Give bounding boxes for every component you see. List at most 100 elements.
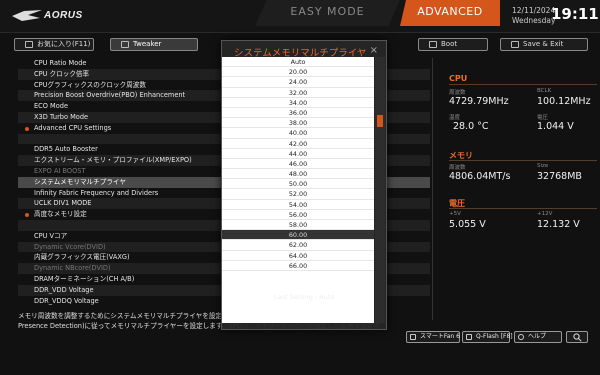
- tab-save-exit[interactable]: Save & Exit: [500, 38, 588, 51]
- divider: [449, 208, 597, 209]
- scrollbar-thumb[interactable]: [377, 115, 383, 127]
- hardware-monitor-panel: CPU 周波数 BCLK 4729.79MHz 100.12MHz 温度 電圧 …: [432, 58, 600, 320]
- setting-label: EXPO AI BOOST: [34, 166, 86, 175]
- option-item[interactable]: 62.00: [222, 240, 374, 251]
- q-flash-button[interactable]: Q-Flash [F8]: [462, 331, 513, 343]
- gauge-icon: [121, 41, 129, 48]
- divider: [449, 84, 597, 85]
- mem-size-value: 32768MB: [537, 171, 582, 182]
- option-item[interactable]: 32.00: [222, 88, 374, 98]
- mem-freq-label: 周波数: [449, 165, 466, 171]
- setting-label: 内蔵グラフィックス電圧(VAXG): [34, 253, 130, 262]
- brand-name: AORUS: [44, 10, 83, 21]
- cpu-temp-value: 28.0 °C: [453, 121, 489, 132]
- tab-label: お気に入り(F11): [37, 40, 91, 48]
- option-item[interactable]: 40.00: [222, 128, 374, 139]
- option-item[interactable]: Auto: [222, 57, 374, 68]
- advanced-mode-tab[interactable]: ADVANCED MODE: [400, 0, 500, 26]
- setting-label: DDR_VDDQ Voltage: [34, 296, 99, 305]
- v5-value: 5.055 V: [449, 219, 486, 230]
- cpu-freq-label: 周波数: [449, 90, 466, 96]
- button-label: Q-Flash [F8]: [476, 333, 513, 340]
- option-item[interactable]: 66.00: [222, 261, 374, 271]
- option-item[interactable]: 52.00: [222, 189, 374, 200]
- v12-value: 12.132 V: [537, 219, 580, 230]
- mem-freq-value: 4806.04MT/s: [449, 171, 511, 182]
- tab-label: Tweaker: [133, 40, 162, 48]
- v5-label: +5V: [449, 211, 461, 217]
- search-button[interactable]: [566, 331, 588, 343]
- option-item[interactable]: 50.00: [222, 179, 374, 190]
- setting-label: Advanced CPU Settings: [34, 123, 112, 132]
- bclk-label: BCLK: [537, 88, 552, 94]
- tab-boot[interactable]: Boot: [418, 38, 488, 51]
- setting-label: Precision Boost Overdrive(PBO) Enhanceme…: [34, 91, 186, 100]
- last-setting-label: Last Setting : Auto: [274, 293, 335, 301]
- cpu-freq-value: 4729.79MHz: [449, 96, 509, 107]
- setting-label: CPU Vコア: [34, 231, 68, 240]
- option-item[interactable]: 42.00: [222, 139, 374, 149]
- setting-label: DRAMターミネーション(CH A/B): [34, 274, 135, 283]
- option-item[interactable]: 24.00: [222, 77, 374, 88]
- date: 12/11/2024: [512, 6, 556, 15]
- option-item[interactable]: 36.00: [222, 108, 374, 119]
- option-item[interactable]: 44.00: [222, 149, 374, 159]
- setting-label: DDR5 Auto Booster: [34, 145, 98, 154]
- setting-label: UCLK DIV1 MODE: [34, 199, 92, 208]
- clock: 19:11: [551, 5, 599, 23]
- setting-label: ECO Mode: [34, 102, 69, 111]
- flash-icon: [466, 334, 472, 340]
- option-item-selected[interactable]: 60.00: [222, 230, 374, 241]
- top-bar: AORUS EASY MODE ADVANCED MODE 12/11/2024…: [0, 0, 600, 33]
- help-button[interactable]: ヘルプ: [514, 331, 562, 343]
- exit-icon: [511, 41, 519, 48]
- setting-label: CPUグラフィックスのクロック周波数: [34, 80, 146, 89]
- help-icon: [518, 334, 524, 340]
- setting-label: DDR_VDD Voltage: [34, 285, 94, 294]
- cpu-title: CPU: [449, 74, 468, 83]
- setting-label: Infinity Fabric Frequency and Dividers: [34, 188, 159, 197]
- tab-tweaker[interactable]: Tweaker: [110, 38, 198, 51]
- cpu-temp-label: 温度: [449, 115, 461, 121]
- multiplier-popup: システムメモリマルチプライヤ × Auto 20.00 24.00 32.00 …: [221, 40, 387, 330]
- weekday: Wednesday: [512, 16, 556, 25]
- easy-mode-tab[interactable]: EASY MODE: [255, 0, 400, 26]
- button-label: ヘルプ: [528, 333, 547, 340]
- mem-size-label: Size: [537, 163, 549, 169]
- setting-label: エクストリーム・メモリ・プロファイル(XMP/EXPO): [34, 156, 192, 165]
- option-item[interactable]: 38.00: [222, 118, 374, 129]
- divider: [449, 160, 597, 161]
- aorus-logo-icon: [12, 10, 42, 21]
- tab-favorites[interactable]: お気に入り(F11): [14, 38, 94, 51]
- option-item[interactable]: 46.00: [222, 159, 374, 170]
- fan-icon: [410, 334, 416, 340]
- submenu-dot-icon: [25, 213, 29, 218]
- setting-label: Dynamic NBcore(DVID): [34, 264, 111, 273]
- setting-label: 高度なメモリ設定: [34, 210, 87, 219]
- setting-label: システムメモリマルチプライヤ: [34, 177, 126, 186]
- setting-label: Dynamic Vcore(DVID): [34, 242, 106, 251]
- option-item[interactable]: 34.00: [222, 98, 374, 108]
- option-item[interactable]: 56.00: [222, 210, 374, 220]
- search-icon: [573, 333, 582, 342]
- setting-label: CPU Ratio Mode: [34, 59, 87, 67]
- tab-label: Save & Exit: [523, 40, 564, 48]
- cpu-volt-value: 1.044 V: [537, 121, 574, 132]
- option-item[interactable]: 58.00: [222, 220, 374, 231]
- submenu-dot-icon: [25, 126, 29, 131]
- popup-scrollbar[interactable]: [375, 57, 385, 323]
- option-item[interactable]: 64.00: [222, 251, 374, 261]
- star-icon: [25, 41, 33, 48]
- setting-label: X3D Turbo Mode: [34, 112, 89, 121]
- date-display: 12/11/2024 Wednesday: [512, 6, 555, 26]
- option-item[interactable]: 48.00: [222, 169, 374, 180]
- v12-label: +12V: [537, 211, 553, 217]
- close-icon[interactable]: ×: [370, 45, 378, 56]
- power-icon: [429, 41, 437, 48]
- option-list: Auto 20.00 24.00 32.00 34.00 36.00 38.00…: [222, 57, 374, 323]
- option-item[interactable]: 20.00: [222, 67, 374, 78]
- smart-fan-button[interactable]: スマートFan 6 [F6]: [406, 331, 474, 343]
- tab-label: Boot: [441, 40, 458, 48]
- cpu-volt-label: 電圧: [537, 115, 549, 121]
- option-item[interactable]: 54.00: [222, 200, 374, 210]
